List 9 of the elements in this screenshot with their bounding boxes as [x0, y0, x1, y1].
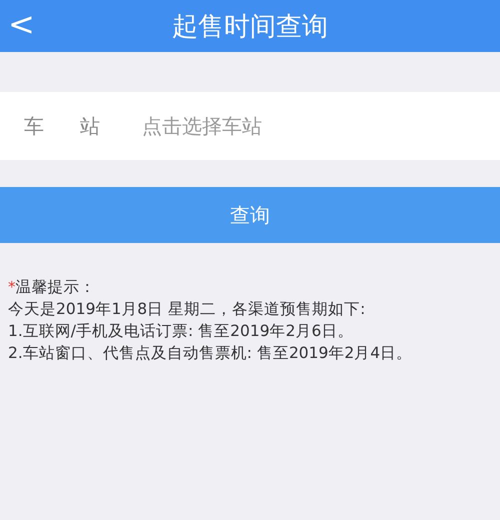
page-title: 起售时间查询 [172, 10, 328, 44]
query-button[interactable]: 查询 [0, 187, 500, 243]
notice-line: 2.车站窗口、代售点及自动售票机: 售至2019年2月4日。 [8, 343, 414, 363]
notice-line: 今天是2019年1月8日 星期二，各渠道预售期如下: [8, 299, 366, 319]
station-label: 车站 [24, 112, 136, 140]
notice-title: 温馨提示： [16, 277, 96, 297]
back-button[interactable]: < [8, 6, 35, 42]
required-mark: * [8, 278, 16, 296]
notice-line: 1.互联网/手机及电话订票: 售至2019年2月6日。 [8, 321, 354, 341]
